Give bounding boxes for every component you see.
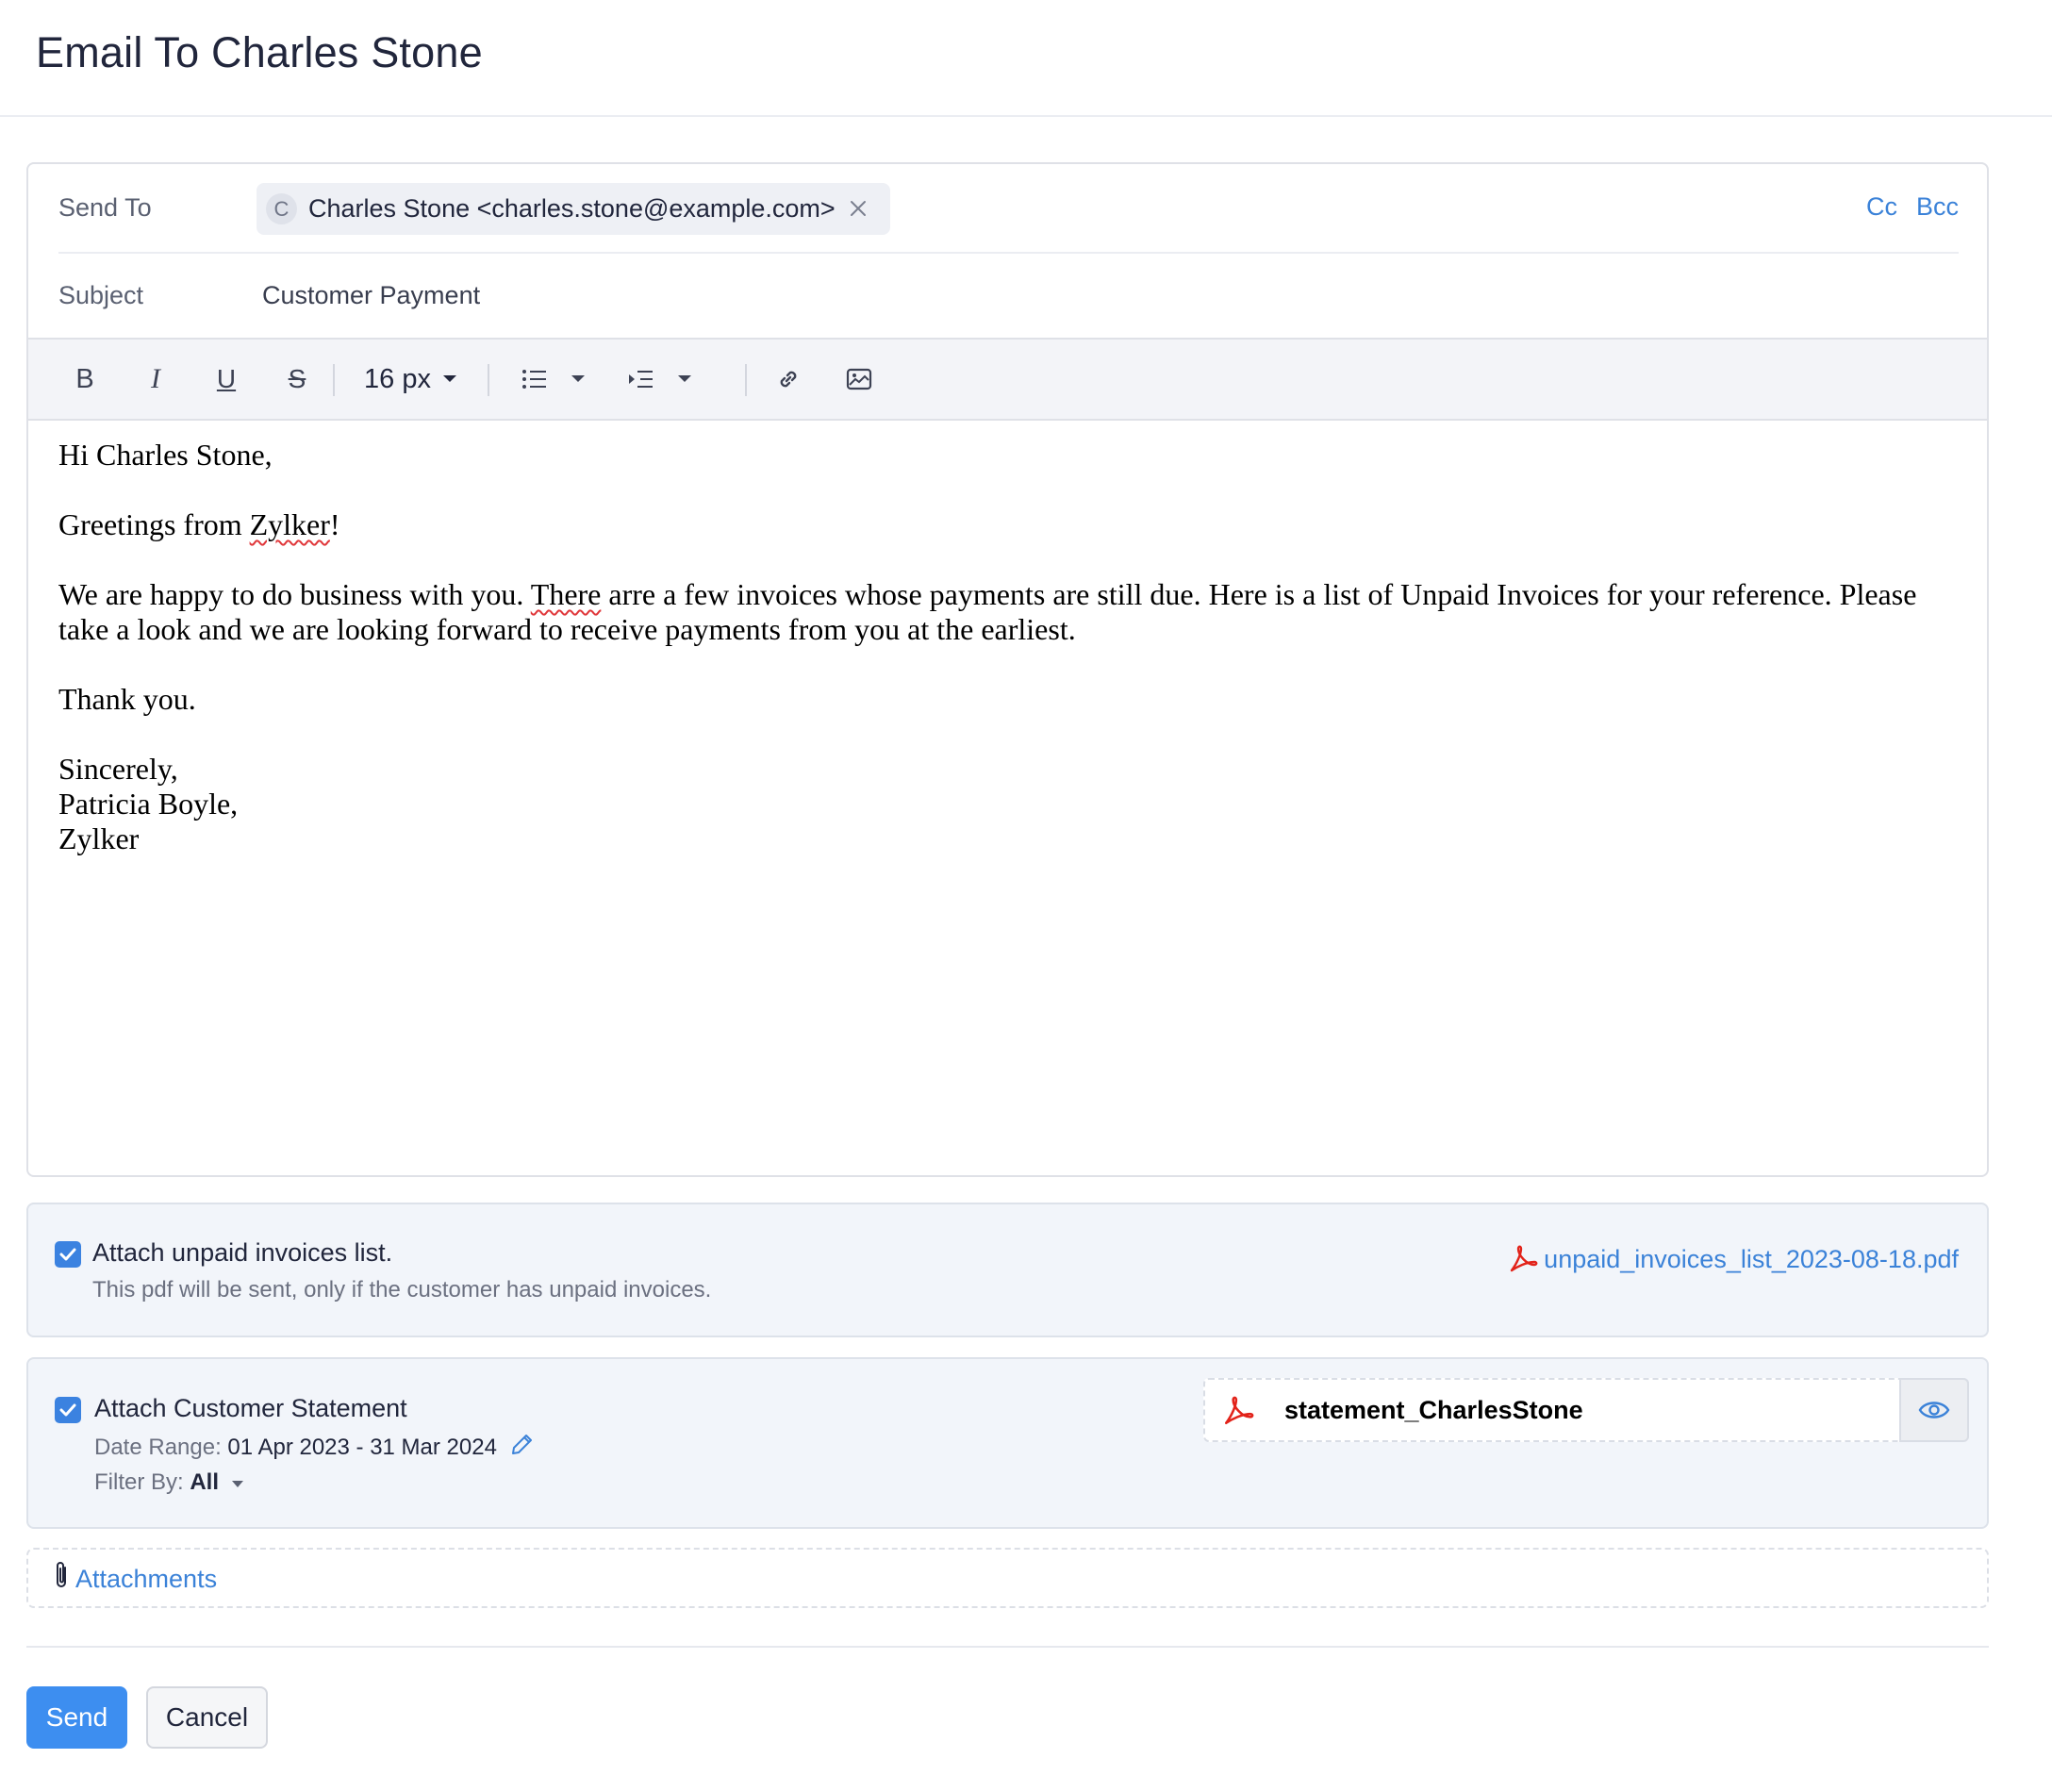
paperclip-icon [53,1560,70,1595]
bcc-link[interactable]: Bcc [1916,192,1959,222]
filter-value: All [190,1469,220,1495]
remove-recipient-icon[interactable] [849,195,868,224]
italic-button[interactable]: I [139,360,173,398]
attachments-link[interactable]: Attachments [75,1565,217,1594]
recipient-text: Charles Stone <charles.stone@example.com… [308,194,836,223]
link-icon [780,371,797,388]
body-paragraph: We are happy to do business with you. Th… [58,577,1917,646]
underline-icon: U [216,364,237,393]
editor-toolbar: B I U S 16 px [28,338,1987,421]
toolbar-separator [745,364,747,396]
edit-date-range-icon[interactable] [509,1433,534,1464]
insert-link-button[interactable] [770,360,807,398]
underline-button[interactable]: U [209,360,243,398]
customer-statement-panel: Attach Customer Statement Date Range: 01… [26,1357,1989,1529]
attach-unpaid-checkbox[interactable] [55,1241,81,1268]
date-range-value: 01 Apr 2023 - 31 Mar 2024 [227,1434,497,1460]
statement-date-range: Date Range: 01 Apr 2023 - 31 Mar 2024 [94,1433,534,1464]
subject-input[interactable]: Customer Payment [262,281,480,310]
pdf-icon [1510,1245,1538,1272]
attachments-dropzone[interactable]: Attachments [26,1548,1989,1608]
bold-button[interactable]: B [68,360,102,398]
body-thanks: Thank you. [58,682,196,716]
strikethrough-icon: S [288,364,306,393]
field-divider [58,252,1959,254]
page-title: Email To Charles Stone [36,28,483,76]
page-header: Email To Charles Stone [0,0,2052,117]
chevron-down-icon [678,375,691,382]
recipient-chip[interactable]: C Charles Stone <charles.stone@example.c… [256,183,890,235]
body-greeting: Hi Charles Stone, [58,438,273,472]
email-body-editor[interactable]: Hi Charles Stone, Greetings from Zylker!… [58,438,1954,856]
pdf-icon [1222,1395,1254,1432]
caret-down-icon [231,1481,243,1487]
indent-dropdown[interactable] [628,360,703,398]
eye-icon [1918,1402,1950,1419]
send-to-label: Send To [58,193,152,222]
recipient-avatar: C [266,193,297,224]
font-size-value: 16 px [364,363,431,394]
image-icon [846,368,872,390]
cc-link[interactable]: Cc [1866,192,1897,222]
body-greetings-line: Greetings from Zylker! [58,507,340,541]
insert-image-button[interactable] [840,360,878,398]
unpaid-invoices-file-name: unpaid_invoices_list_2023-08-18.pdf [1544,1244,1959,1273]
body-signature: Sincerely, Patricia Boyle, Zylker [58,752,239,855]
cancel-button[interactable]: Cancel [146,1686,268,1749]
toolbar-separator [333,364,335,396]
unpaid-invoices-panel: Attach unpaid invoices list. This pdf wi… [26,1203,1989,1337]
chevron-down-icon [442,375,456,382]
chevron-down-icon [571,375,585,382]
preview-statement-button[interactable] [1899,1378,1969,1442]
send-button[interactable]: Send [26,1686,127,1749]
bullet-list-icon [522,370,546,389]
statement-panel-title: Attach Customer Statement [94,1394,407,1422]
bullet-list-dropdown[interactable] [521,360,597,398]
footer-divider [26,1646,1989,1648]
unpaid-invoices-pdf-link[interactable]: unpaid_invoices_list_2023-08-18.pdf [1508,1244,1959,1274]
bold-icon: B [75,363,94,394]
unpaid-panel-subtitle: This pdf will be sent, only if the custo… [92,1277,712,1303]
subject-label: Subject [58,281,144,309]
attach-statement-checkbox[interactable] [55,1397,81,1423]
statement-file-name: statement_CharlesStone [1284,1396,1583,1424]
toolbar-separator [488,364,489,396]
statement-filter-dropdown[interactable]: Filter By: All [94,1469,244,1496]
indent-icon [629,371,653,388]
font-size-dropdown[interactable]: 16 px [364,360,468,398]
unpaid-panel-title: Attach unpaid invoices list. [92,1238,393,1267]
compose-card: Send To C Charles Stone <charles.stone@e… [26,162,1989,1177]
statement-file-box: statement_CharlesStone [1203,1378,1969,1442]
italic-icon: I [151,363,160,394]
strikethrough-button[interactable]: S [280,360,314,398]
